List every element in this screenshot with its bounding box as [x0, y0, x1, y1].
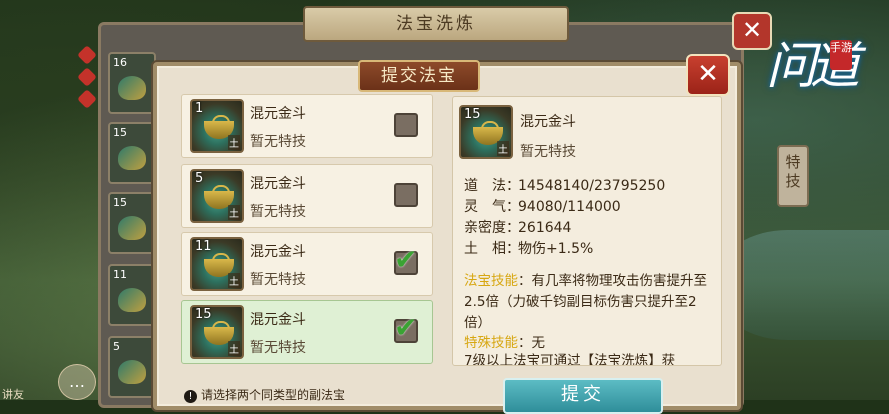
treasure-icon: [118, 76, 146, 100]
treasure-icon: [118, 360, 146, 384]
stat-key: 道 法：: [464, 178, 520, 194]
select-checkbox[interactable]: ✔: [394, 243, 418, 276]
treasure-list: 1 土 混元金斗 暂无特技 5 土 混元金斗 暂无特技 11 土 混元金斗 暂无…: [181, 94, 433, 370]
game-logo: 问道 手游: [762, 18, 882, 128]
treasure-icon: 5 土: [190, 169, 244, 223]
chat-bubble-icon[interactable]: …: [58, 364, 96, 400]
special-label: 特殊技能: [464, 335, 518, 351]
refine-slot-list: 16 15 15 11 5: [108, 52, 156, 398]
stat-value: 14548140/23795250: [518, 178, 666, 194]
submit-button[interactable]: 提交: [503, 378, 663, 414]
stat-key: 灵 气：: [464, 199, 520, 215]
refine-slot[interactable]: 11: [108, 264, 156, 326]
dialog-title: 提交法宝: [358, 60, 480, 92]
red-knot-decoration: [77, 40, 97, 130]
element-badge: 土: [228, 273, 240, 288]
treasure-skill: 暂无特技: [250, 340, 306, 356]
stat-value: 物伤+1.5%: [518, 241, 594, 257]
treasure-skill-desc: 法宝技能：有几率将物理攻击伤害提升至2.5倍（力破千钧副目标伤害只提升至2倍）: [464, 271, 714, 334]
treasure-icon: 11 土: [190, 237, 244, 291]
special-text: ：无: [518, 335, 545, 351]
treasure-row[interactable]: 5 土 混元金斗 暂无特技: [181, 164, 433, 228]
detail-skill: 暂无特技: [520, 144, 576, 160]
stat-key: 亲密度：: [464, 220, 520, 236]
treasure-icon: 1 土: [190, 99, 244, 153]
stat-key: 土 相：: [464, 241, 520, 257]
refine-slot[interactable]: 16: [108, 52, 156, 114]
skill-label: 法宝技能: [464, 273, 518, 289]
checkmark-icon: ✔: [394, 311, 418, 344]
treasure-name: 混元金斗: [250, 176, 306, 192]
select-checkbox[interactable]: [394, 183, 418, 207]
slot-level: 16: [113, 56, 127, 69]
treasure-name: 混元金斗: [250, 244, 306, 260]
treasure-skill: 暂无特技: [250, 134, 306, 150]
treasure-level: 11: [195, 239, 212, 254]
detail-footer-text: 7级以上法宝可通过【法宝洗炼】获: [464, 353, 676, 365]
stat-intimacy: 亲密度：261644: [464, 217, 571, 237]
slot-level: 15: [113, 196, 127, 209]
treasure-icon: [118, 216, 146, 240]
treasure-level: 15: [195, 307, 212, 322]
treasure-level: 1: [195, 101, 204, 116]
treasure-row[interactable]: 15 土 混元金斗 暂无特技 ✔: [181, 300, 433, 364]
stat-value: 94080/114000: [518, 199, 621, 215]
element-badge: 土: [228, 205, 240, 220]
detail-level: 15: [464, 107, 481, 122]
select-checkbox[interactable]: ✔: [394, 311, 418, 344]
refine-window-title: 法宝洗炼: [303, 6, 569, 42]
treasure-icon: [118, 288, 146, 312]
detail-name: 混元金斗: [520, 114, 576, 130]
element-badge: 土: [228, 135, 240, 150]
stat-element: 土 相：物伤+1.5%: [464, 238, 593, 258]
slot-level: 5: [113, 340, 120, 353]
stat-dao: 道 法：14548140/23795250: [464, 175, 665, 195]
water-background: [720, 230, 889, 340]
treasure-skill: 暂无特技: [250, 272, 306, 288]
treasure-row[interactable]: 11 土 混元金斗 暂无特技 ✔: [181, 232, 433, 296]
treasure-detail-panel: 15 土 混元金斗 暂无特技 道 法：14548140/23795250 灵 气…: [452, 96, 722, 366]
stat-value: 261644: [518, 220, 572, 236]
treasure-level: 5: [195, 171, 204, 186]
treasure-icon: 15 土: [190, 305, 244, 359]
refine-slot[interactable]: 15: [108, 122, 156, 184]
treasure-skill: 暂无特技: [250, 204, 306, 220]
dialog-close-button[interactable]: ✕: [686, 54, 730, 96]
detail-treasure-icon: 15 土: [459, 105, 513, 159]
treasure-icon: [118, 146, 146, 170]
slot-level: 11: [113, 268, 127, 281]
stat-lingqi: 灵 气：94080/114000: [464, 196, 621, 216]
detail-element-badge: 土: [497, 141, 509, 156]
slot-level: 15: [113, 126, 127, 139]
treasure-row[interactable]: 1 土 混元金斗 暂无特技: [181, 94, 433, 158]
selection-warning: ! 请选择两个同类型的副法宝: [184, 386, 345, 403]
warning-icon: !: [184, 390, 197, 403]
checkmark-icon: ✔: [394, 243, 418, 276]
element-badge: 土: [228, 341, 240, 356]
treasure-name: 混元金斗: [250, 106, 306, 122]
select-checkbox[interactable]: [394, 113, 418, 137]
refine-slot[interactable]: 15: [108, 192, 156, 254]
treasure-name: 混元金斗: [250, 312, 306, 328]
refine-slot[interactable]: 5: [108, 336, 156, 398]
logo-seal: 手游: [830, 40, 852, 70]
tab-special-skill[interactable]: 特技: [777, 145, 809, 207]
